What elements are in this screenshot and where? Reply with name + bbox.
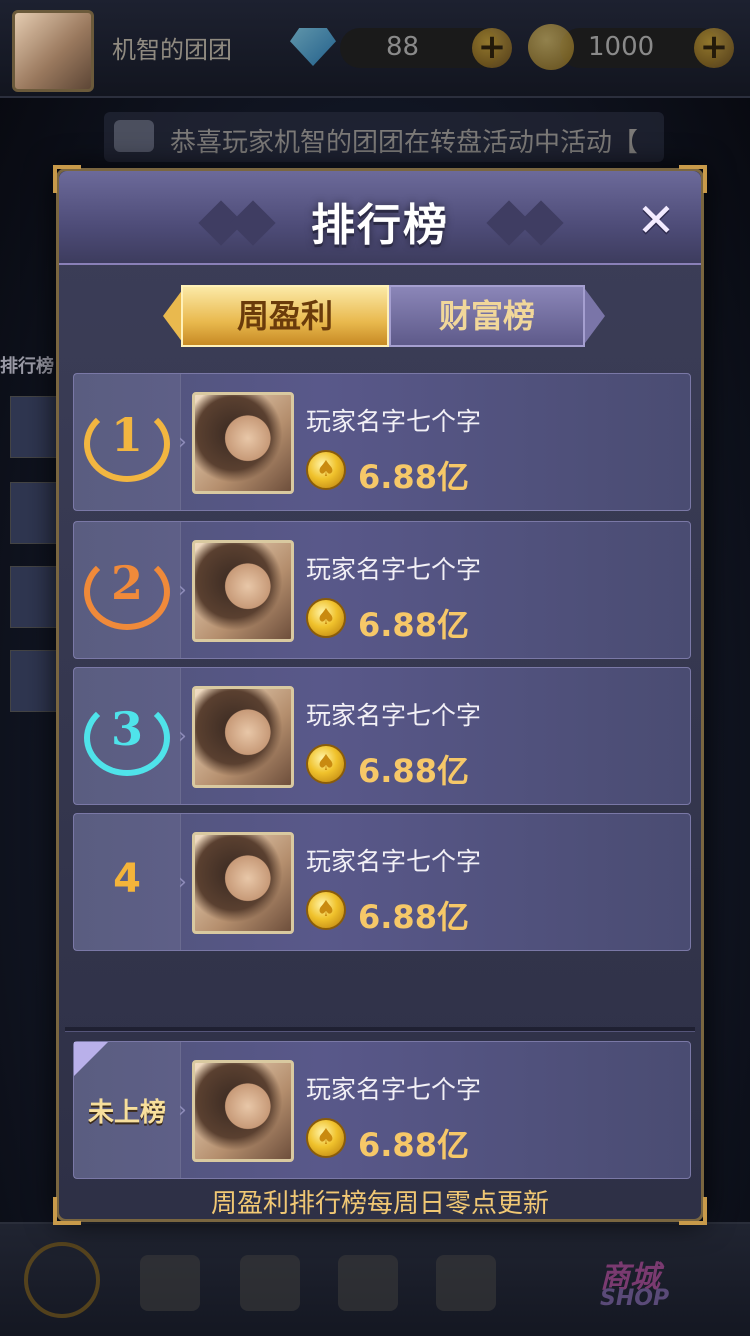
avatar[interactable] bbox=[192, 540, 294, 642]
modal-header: 排行榜 ✕ bbox=[59, 171, 701, 265]
player-name: 玩家名字七个字 bbox=[306, 407, 482, 436]
side-rank-avatar-1 bbox=[10, 396, 58, 458]
side-rank-avatar-2 bbox=[10, 482, 58, 544]
self-rank-row[interactable]: 未上榜 › 玩家名字七个字 ♠ 6.88亿 bbox=[73, 1041, 691, 1179]
avatar[interactable] bbox=[192, 832, 294, 934]
close-icon[interactable]: ✕ bbox=[631, 197, 681, 243]
tab-weekly-profit[interactable]: 周盈利 bbox=[181, 285, 389, 347]
diamond-count: 88 bbox=[386, 32, 420, 62]
player-name: 玩家名字七个字 bbox=[306, 701, 482, 730]
coin-icon: ♠ bbox=[306, 890, 346, 930]
diamond-icon bbox=[290, 28, 336, 66]
tab-bar: 周盈利 财富榜 bbox=[163, 285, 613, 349]
player-name: 玩家名字七个字 bbox=[306, 1075, 482, 1104]
tab-left-arrow-icon bbox=[163, 289, 183, 343]
player-avatar[interactable] bbox=[12, 10, 94, 92]
rank-cell: 4 bbox=[74, 814, 181, 950]
tasks-icon[interactable] bbox=[436, 1255, 496, 1311]
chevron-right-icon: › bbox=[178, 430, 187, 455]
coin-icon: ♠ bbox=[306, 450, 346, 490]
rank-row[interactable]: 3 › 玩家名字七个字 ♠ 6.88亿 bbox=[73, 667, 691, 805]
avatar[interactable] bbox=[192, 392, 294, 494]
rank-number: 1 bbox=[110, 408, 143, 462]
support-icon[interactable] bbox=[338, 1255, 398, 1311]
expand-up-button[interactable] bbox=[24, 1242, 100, 1318]
profit-amount: 6.88亿 bbox=[358, 1126, 469, 1164]
rank-row[interactable]: 1 › 玩家名字七个字 ♠ 6.88亿 bbox=[73, 373, 691, 511]
mail-icon[interactable] bbox=[240, 1255, 300, 1311]
top-bar: 机智的团团 88 + 1000 + bbox=[0, 0, 750, 98]
chevron-right-icon: › bbox=[178, 724, 187, 749]
chevron-right-icon: › bbox=[178, 1098, 187, 1123]
profit-amount: 6.88亿 bbox=[358, 458, 469, 496]
chat-bubble-icon bbox=[114, 120, 154, 152]
coin-icon: ♠ bbox=[306, 744, 346, 784]
announcement-marquee: 恭喜玩家机智的团团在转盘活动中活动【 bbox=[104, 112, 664, 162]
avatar[interactable] bbox=[192, 1060, 294, 1162]
update-note: 周盈利排行榜每周日零点更新 bbox=[210, 1189, 549, 1219]
tab-wealth[interactable]: 财富榜 bbox=[389, 285, 585, 347]
add-diamond-button[interactable]: + bbox=[472, 28, 512, 68]
rank-cell: 未上榜 bbox=[74, 1042, 181, 1178]
side-rank-avatar-3 bbox=[10, 566, 58, 628]
section-divider bbox=[65, 1027, 695, 1032]
chevron-right-icon: › bbox=[178, 870, 187, 895]
profit-amount: 6.88亿 bbox=[358, 752, 469, 790]
coin-icon: ♠ bbox=[306, 1118, 346, 1158]
leaderboard-modal: 排行榜 ✕ 周盈利 财富榜 1 › 玩家名字七个字 ♠ 6.88亿 2 › 玩家… bbox=[53, 165, 707, 1225]
rank-row[interactable]: 4 › 玩家名字七个字 ♠ 6.88亿 bbox=[73, 813, 691, 951]
coin-count: 1000 bbox=[588, 32, 655, 62]
player-name: 玩家名字七个字 bbox=[306, 555, 482, 584]
tab-right-arrow-icon bbox=[585, 289, 605, 343]
player-name: 玩家名字七个字 bbox=[306, 847, 482, 876]
rank-number: 2 bbox=[110, 556, 143, 610]
profit-amount: 6.88亿 bbox=[358, 898, 469, 936]
side-leaderboard-label: 排行榜 bbox=[0, 356, 54, 377]
chevron-right-icon: › bbox=[178, 578, 187, 603]
shop-sub-label: SHOP bbox=[600, 1286, 670, 1311]
rank-row[interactable]: 2 › 玩家名字七个字 ♠ 6.88亿 bbox=[73, 521, 691, 659]
rank-number: 3 bbox=[110, 702, 143, 756]
coin-icon bbox=[528, 24, 574, 70]
corner-tag-icon bbox=[74, 1042, 108, 1076]
announcement-text: 恭喜玩家机智的团团在转盘活动中活动【 bbox=[170, 128, 639, 158]
unranked-status: 未上榜 bbox=[87, 1098, 166, 1128]
rank-cell: 2 bbox=[74, 522, 181, 658]
add-coin-button[interactable]: + bbox=[694, 28, 734, 68]
profit-amount: 6.88亿 bbox=[358, 606, 469, 644]
side-rank-avatar-4 bbox=[10, 650, 58, 712]
rank-number: 4 bbox=[113, 856, 141, 902]
player-name: 机智的团团 bbox=[112, 36, 232, 64]
avatar[interactable] bbox=[192, 686, 294, 788]
coin-icon: ♠ bbox=[306, 598, 346, 638]
gift-icon[interactable] bbox=[140, 1255, 200, 1311]
rank-cell: 1 bbox=[74, 374, 181, 510]
modal-title: 排行榜 bbox=[311, 200, 449, 251]
rank-cell: 3 bbox=[74, 668, 181, 804]
